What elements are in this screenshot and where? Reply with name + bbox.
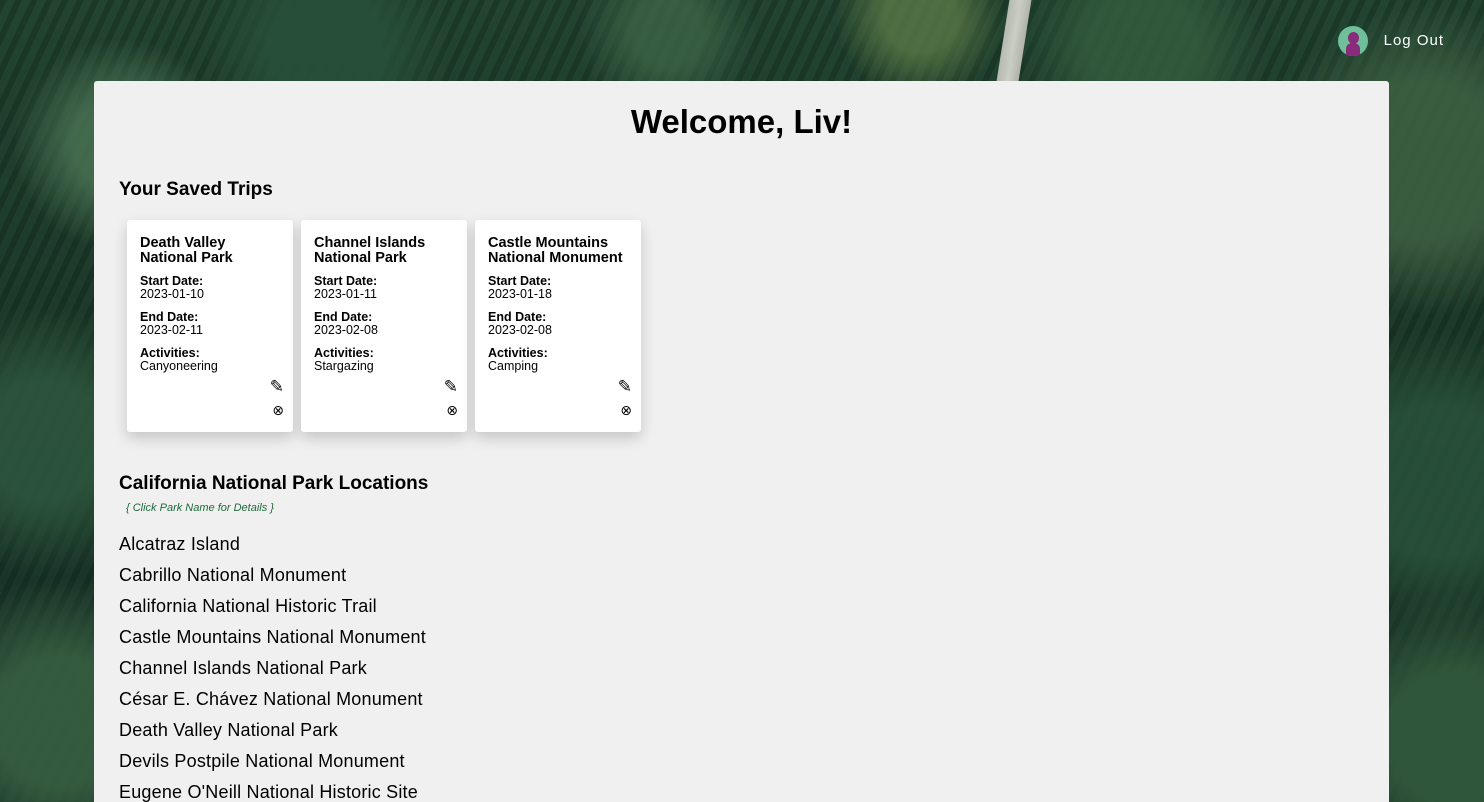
activities-value: Stargazing [314,359,374,373]
circled-x-icon[interactable]: ⊗ [446,403,458,417]
pencil-icon[interactable]: ✎ [270,378,284,395]
start-date-value: 2023-01-11 [314,287,378,301]
park-link[interactable]: California National Historic Trail [119,591,426,622]
saved-trips-list: Death Valley National Park Start Date: 2… [127,220,641,432]
park-list: Alcatraz Island Cabrillo National Monume… [119,529,426,802]
park-locations-title: California National Park Locations [119,473,429,494]
park-link[interactable]: Alcatraz Island [119,529,426,560]
end-date-value: 2023-02-08 [314,323,378,337]
trip-park-name: Channel Islands National Park [314,235,426,266]
avatar-body [1345,42,1360,56]
end-date-value: 2023-02-11 [140,323,204,337]
start-date-value: 2023-01-18 [488,287,552,301]
end-date-value: 2023-02-08 [488,323,552,337]
park-link[interactable]: Castle Mountains National Monument [119,622,426,653]
park-link[interactable]: Death Valley National Park [119,715,426,746]
avatar-head [1347,31,1359,44]
pencil-icon[interactable]: ✎ [618,378,632,395]
circled-x-icon[interactable]: ⊗ [272,403,284,417]
trip-card: Death Valley National Park Start Date: 2… [127,220,293,432]
park-link[interactable]: Cabrillo National Monument [119,560,426,591]
top-bar: Log Out [1337,0,1484,81]
park-link[interactable]: César E. Chávez National Monument [119,684,426,715]
saved-trips-title: Your Saved Trips [119,179,273,200]
click-hint: { Click Park Name for Details } [126,502,274,514]
park-link[interactable]: Eugene O'Neill National Historic Site [119,777,426,802]
start-date-value: 2023-01-10 [140,287,204,301]
activities-value: Camping [488,359,539,373]
pencil-icon[interactable]: ✎ [444,378,458,395]
park-link[interactable]: Devils Postpile National Monument [119,746,426,777]
page-title: Welcome, Liv! [630,103,853,140]
trip-park-name: Death Valley National Park [140,235,233,266]
trip-card: Castle Mountains National Monument Start… [475,220,641,432]
trip-park-name: Castle Mountains National Monument [488,235,623,266]
avatar[interactable] [1337,25,1368,56]
activities-value: Canyoneering [140,359,218,373]
park-link[interactable]: Channel Islands National Park [119,653,426,684]
trip-card: Channel Islands National Park Start Date… [301,220,467,432]
logout-button[interactable]: Log Out [1384,32,1444,49]
main-panel: Welcome, Liv! Your Saved Trips Death Val… [94,81,1389,802]
circled-x-icon[interactable]: ⊗ [620,403,632,417]
